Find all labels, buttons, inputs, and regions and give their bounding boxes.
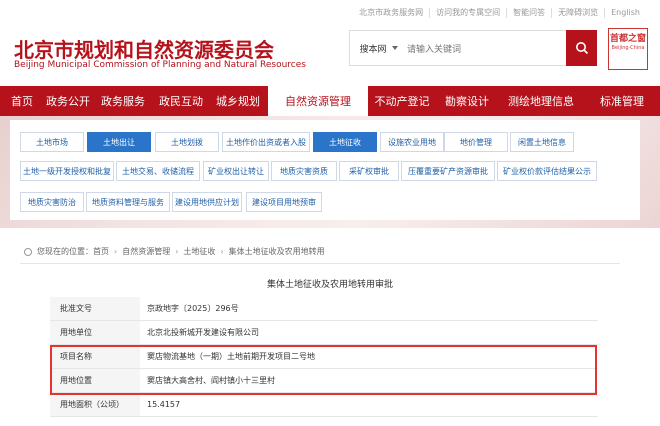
chip-geo-hazard-qualification[interactable]: 地质灾害资质	[271, 161, 337, 181]
row-value: 北京北投新城开发建设有限公司	[147, 328, 259, 337]
nav-gov-services[interactable]: 政务服务	[92, 86, 154, 116]
link-personal-space[interactable]: 访问我的专属空间	[430, 8, 508, 18]
table-row: 用地面积（公顷） 15.4157	[50, 393, 598, 417]
nav-natural-resources[interactable]: 自然资源管理	[268, 86, 368, 116]
chip-land-trading[interactable]: 土地交易、收储流程	[116, 161, 200, 181]
submenu-panel: 土地市场 土地出让 土地划拨 土地作价出资或者入股 土地征收 设施农业用地 地价…	[10, 120, 640, 220]
breadcrumb-expropriation[interactable]: 土地征收	[183, 246, 215, 257]
chip-geo-hazard-prevention[interactable]: 地质灾害防治	[20, 192, 84, 212]
link-accessibility[interactable]: 无障碍浏览	[552, 8, 606, 18]
breadcrumb-current: 集体土地征收及农用地转用	[228, 247, 325, 256]
chip-mining-approval[interactable]: 采矿权审批	[339, 161, 399, 181]
breadcrumb-natural-resources[interactable]: 自然资源管理	[122, 246, 170, 257]
row-label: 用地单位	[50, 321, 140, 344]
seal-subtext: Beijing·China	[611, 45, 645, 51]
chip-land-price[interactable]: 地价管理	[444, 132, 508, 152]
chevron-right-icon: ›	[114, 247, 118, 256]
search-scope-label: 搜本网	[359, 44, 387, 55]
row-label: 用地位置	[50, 369, 140, 392]
chevron-right-icon: ›	[175, 247, 179, 256]
breadcrumb: 您现在的位置： 首页 › 自然资源管理 › 土地征收 › 集体土地征收及农用地转…	[24, 246, 325, 257]
link-gov-service[interactable]: 北京市政务服务网	[353, 8, 431, 18]
chip-overlaid-minerals[interactable]: 压覆重要矿产资源审批	[401, 161, 495, 181]
site-title[interactable]: 北京市规划和自然资源委员会	[14, 34, 274, 63]
row-value: 15.4157	[147, 400, 181, 409]
top-links: 北京市政务服务网 访问我的专属空间 智能问答 无障碍浏览 English	[353, 8, 646, 18]
location-icon	[24, 247, 32, 256]
chip-facility-agri-land[interactable]: 设施农业用地	[380, 132, 444, 152]
nav-survey-design[interactable]: 勘察设计	[436, 86, 498, 116]
row-label: 用地面积（公顷）	[50, 393, 140, 416]
capital-window-logo[interactable]: 首都之窗 Beijing·China	[608, 28, 648, 70]
nav-real-estate[interactable]: 不动产登记	[368, 86, 436, 116]
main-nav: 首页 政务公开 政务服务 政民互动 城乡规划 自然资源管理 不动产登记 勘察设计…	[0, 86, 660, 116]
search-scope-select[interactable]: 搜本网	[350, 31, 410, 65]
row-label: 批准文号	[50, 297, 140, 320]
site-header: 北京市规划和自然资源委员会 Beijing Municipal Commissi…	[0, 24, 660, 82]
nav-gov-affairs[interactable]: 政务公开	[44, 86, 92, 116]
chip-geo-data-service[interactable]: 地质资料管理与服务	[86, 192, 170, 212]
chevron-right-icon: ›	[220, 247, 224, 256]
row-value: 窦店镇大高舍村、阎村镇小十三里村	[147, 376, 275, 385]
search-box: 搜本网	[349, 30, 597, 66]
chip-mining-rights-transfer[interactable]: 矿业权出让转让	[203, 161, 269, 181]
divider	[20, 263, 620, 264]
approval-table: 批准文号 京政地字〔2025〕296号 用地单位 北京北投新城开发建设有限公司 …	[50, 297, 598, 417]
nav-home[interactable]: 首页	[0, 86, 44, 116]
nav-standards[interactable]: 标准管理	[584, 86, 660, 116]
row-value: 京政地字〔2025〕296号	[147, 304, 239, 313]
chevron-down-icon	[392, 46, 398, 50]
search-button[interactable]	[566, 30, 597, 66]
chip-land-supply-plan[interactable]: 建设用地供应计划	[172, 192, 242, 212]
nav-interaction[interactable]: 政民互动	[154, 86, 208, 116]
link-smart-qa[interactable]: 智能问答	[507, 8, 553, 18]
row-label: 项目名称	[50, 345, 140, 368]
table-row: 项目名称 窦店物流基地（一期）土地前期开发项目二号地	[50, 345, 598, 369]
breadcrumb-prefix: 您现在的位置：	[37, 247, 93, 256]
seal-text: 首都之窗	[609, 34, 646, 44]
chip-land-preexamination[interactable]: 建设项目用地预审	[246, 192, 322, 212]
chip-mining-valuation[interactable]: 矿业权价款评估结果公示	[497, 161, 597, 181]
breadcrumb-home[interactable]: 首页	[93, 246, 109, 257]
link-english[interactable]: English	[605, 8, 646, 18]
nav-planning[interactable]: 城乡规划	[208, 86, 268, 116]
search-input[interactable]	[405, 38, 559, 60]
nav-mapping[interactable]: 测绘地理信息	[498, 86, 584, 116]
chip-land-expropriation[interactable]: 土地征收	[313, 132, 377, 152]
table-row: 用地单位 北京北投新城开发建设有限公司	[50, 321, 598, 345]
chip-land-investment[interactable]: 土地作价出资或者入股	[222, 132, 310, 152]
document-title: 集体土地征收及农用地转用审批	[266, 280, 393, 290]
chip-land-transfer[interactable]: 土地出让	[87, 132, 151, 152]
chip-land-market[interactable]: 土地市场	[20, 132, 84, 152]
table-row: 用地位置 窦店镇大高舍村、阎村镇小十三里村	[50, 369, 598, 393]
search-icon	[575, 42, 588, 55]
chip-primary-development[interactable]: 土地一级开发授权和批复	[20, 161, 114, 181]
chip-idle-land[interactable]: 闲置土地信息	[510, 132, 574, 152]
row-value: 窦店物流基地（一期）土地前期开发项目二号地	[147, 352, 315, 361]
site-title-en: Beijing Municipal Commission of Planning…	[14, 60, 306, 70]
table-row: 批准文号 京政地字〔2025〕296号	[50, 297, 598, 321]
chip-land-allocation[interactable]: 土地划拨	[155, 132, 219, 152]
